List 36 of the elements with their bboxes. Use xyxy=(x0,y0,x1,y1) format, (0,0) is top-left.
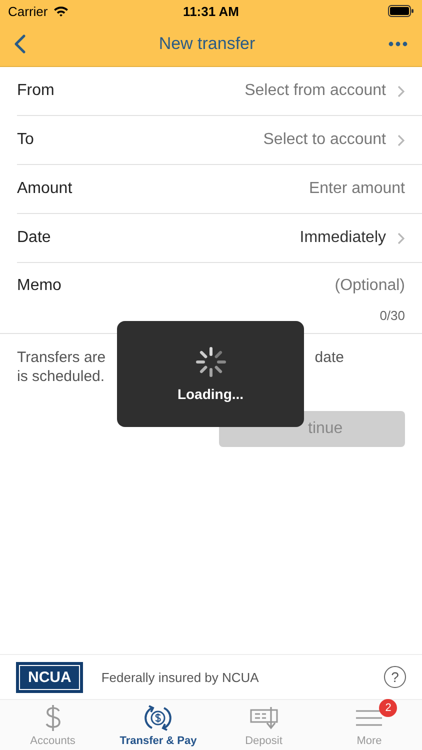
insurance-text: Federally insured by NCUA xyxy=(101,670,260,684)
field-label: From xyxy=(17,82,54,100)
ncua-logo: NCUA xyxy=(16,662,84,692)
dollar-icon xyxy=(44,704,62,732)
wifi-icon xyxy=(52,5,69,17)
tab-item[interactable]: Transfer & Pay xyxy=(106,700,211,750)
back-icon[interactable] xyxy=(14,34,26,54)
chevron-right-icon xyxy=(397,232,405,244)
help-button[interactable]: ? xyxy=(384,666,406,688)
more-icon[interactable] xyxy=(388,41,408,47)
tab-item[interactable]: Accounts xyxy=(0,700,106,750)
tab-item[interactable]: Deposit xyxy=(211,700,316,750)
select-field[interactable]: Select from account xyxy=(244,82,405,100)
transfer-icon xyxy=(144,704,172,732)
spinner-icon xyxy=(194,346,226,378)
chevron-right-icon xyxy=(397,84,405,98)
chevron-right-icon xyxy=(397,134,405,146)
notification-badge: 2 xyxy=(379,699,398,717)
info-text: is scheduled. xyxy=(17,367,106,386)
check-deposit-icon xyxy=(250,705,278,731)
loading-text: Loading... xyxy=(177,386,244,402)
carrier-text: Carrier xyxy=(8,4,48,18)
field-label: To xyxy=(17,131,34,149)
battery-icon xyxy=(388,5,414,17)
field-label: Date xyxy=(17,229,51,247)
menu-icon xyxy=(355,707,384,729)
status-time: 11:31 AM xyxy=(183,4,239,18)
screen-title: New transfer xyxy=(158,34,256,54)
tab-item[interactable]: 2 More xyxy=(316,700,422,750)
info-text: Transfers are xyxy=(17,348,106,367)
field-label: Amount xyxy=(17,180,72,198)
character-counter: 0/30 xyxy=(378,308,405,323)
field-label: Memo xyxy=(17,276,62,294)
info-text: date xyxy=(314,348,344,367)
select-field[interactable]: Immediately xyxy=(300,229,405,247)
select-field[interactable]: Select to account xyxy=(263,131,405,149)
